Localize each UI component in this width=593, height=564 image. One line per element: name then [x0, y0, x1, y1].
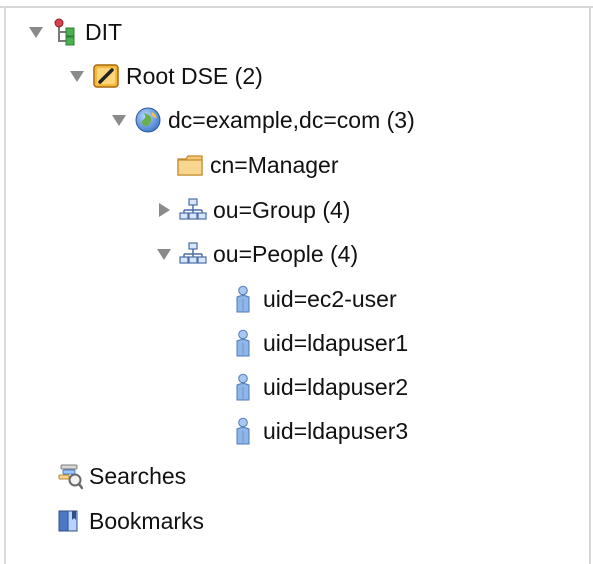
tree-node-group[interactable]: ou=Group (4) [155, 192, 350, 228]
org-unit-icon [179, 196, 207, 224]
tree-node-label: cn=Manager [210, 152, 339, 178]
tree-node-user[interactable]: uid=ldapuser3 [229, 413, 408, 449]
tree-node-label: ou=Group (4) [213, 197, 351, 223]
tree-node-bookmarks[interactable]: Bookmarks [55, 503, 204, 539]
tree-node-label: uid=ldapuser3 [263, 418, 409, 444]
tree-node-label: Searches [89, 463, 187, 489]
tree-node-label: DIT [85, 19, 123, 45]
tree-node-manager[interactable]: cn=Manager [176, 147, 339, 183]
collapse-triangle-icon[interactable] [27, 23, 45, 41]
tree-node-label: uid=ldapuser2 [263, 374, 409, 400]
person-icon [229, 417, 257, 445]
panel-left-border [4, 6, 6, 564]
tree-node-label: uid=ldapuser1 [263, 330, 409, 356]
expand-triangle-icon[interactable] [155, 201, 173, 219]
panel-right-border [589, 6, 591, 564]
root-dse-icon [92, 62, 120, 90]
tree-node-root-dse[interactable]: Root DSE (2) [68, 58, 263, 94]
tree-node-user[interactable]: uid=ldapuser1 [229, 325, 408, 361]
tree-node-dit[interactable]: DIT [27, 14, 122, 50]
person-icon [229, 285, 257, 313]
folder-icon [176, 151, 204, 179]
tree-node-label: ou=People (4) [213, 241, 359, 267]
collapse-triangle-icon[interactable] [155, 245, 173, 263]
tree-node-label: dc=example,dc=com (3) [168, 107, 415, 133]
collapse-triangle-icon[interactable] [110, 111, 128, 129]
panel-top-border [0, 6, 593, 8]
ldap-browser-tree-panel: DIT Root DSE (2) dc=example,dc=com (3) c… [0, 0, 593, 564]
tree-node-user[interactable]: uid=ec2-user [229, 281, 397, 317]
bookmarks-icon [55, 507, 83, 535]
collapse-triangle-icon[interactable] [68, 67, 86, 85]
searches-icon [55, 462, 83, 490]
tree-node-label: Root DSE (2) [126, 63, 263, 89]
dit-tree-icon [51, 18, 79, 46]
tree-node-people[interactable]: ou=People (4) [155, 236, 358, 272]
tree-node-domain[interactable]: dc=example,dc=com (3) [110, 102, 415, 138]
tree-node-searches[interactable]: Searches [55, 458, 186, 494]
tree-node-label: uid=ec2-user [263, 286, 397, 312]
globe-icon [134, 106, 162, 134]
tree-node-label: Bookmarks [89, 508, 205, 534]
person-icon [229, 329, 257, 357]
org-unit-icon [179, 240, 207, 268]
person-icon [229, 373, 257, 401]
tree-node-user[interactable]: uid=ldapuser2 [229, 369, 408, 405]
